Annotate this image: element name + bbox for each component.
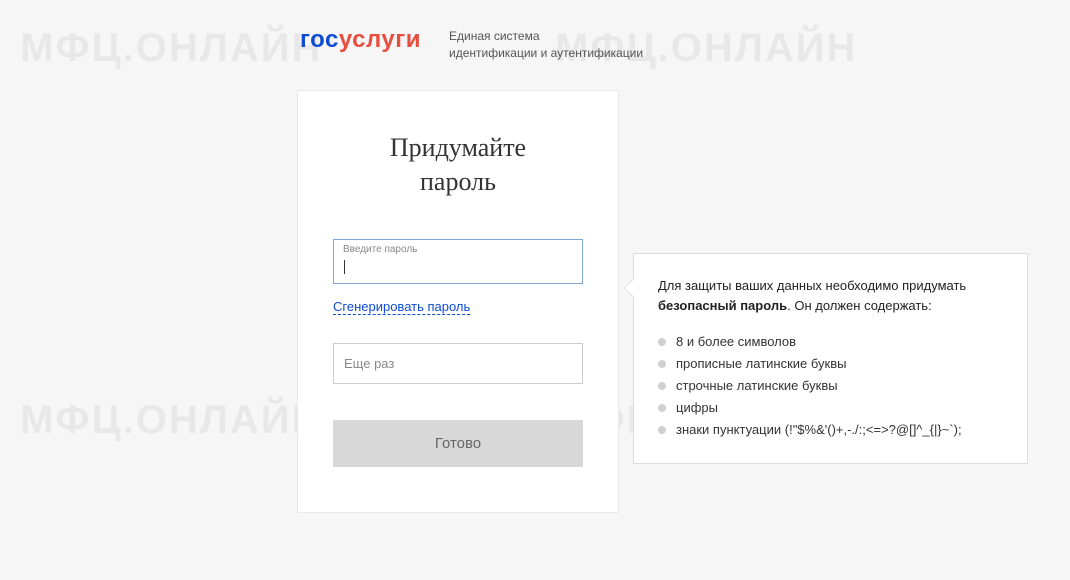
password-requirements-tooltip: Для защиты ваших данных необходимо приду…: [633, 253, 1028, 464]
requirement-item: строчные латинские буквы: [658, 375, 1003, 397]
tagline: Единая система идентификации и аутентифи…: [449, 28, 643, 62]
logo: госуслуги: [300, 26, 421, 54]
logo-part-uslugi: услуги: [339, 26, 421, 53]
form-title: Придумайте пароль: [333, 131, 583, 199]
text-cursor: [344, 260, 345, 274]
requirement-item: цифры: [658, 397, 1003, 419]
requirement-item: знаки пунктуации (!"$%&'()+,-./:;<=>?@[]…: [658, 419, 1003, 441]
password-form-card: Придумайте пароль Введите пароль Сгенери…: [297, 90, 619, 513]
logo-part-gos: гос: [300, 26, 339, 53]
confirm-password-input[interactable]: [333, 343, 583, 384]
confirm-input-wrapper: [333, 343, 583, 384]
password-input-wrapper: Введите пароль: [333, 239, 583, 284]
generate-password-link[interactable]: Сгенерировать пароль: [333, 299, 470, 315]
password-input-label: Введите пароль: [343, 244, 417, 255]
watermark-text: МФЦ.ОНЛАЙН: [20, 398, 322, 443]
requirement-item: прописные латинские буквы: [658, 353, 1003, 375]
tooltip-arrow-icon: [624, 278, 634, 298]
requirement-item: 8 и более символов: [658, 331, 1003, 353]
page-header: госуслуги Единая система идентификации и…: [0, 0, 1070, 62]
submit-button[interactable]: Готово: [333, 420, 583, 467]
requirements-list: 8 и более символов прописные латинские б…: [658, 331, 1003, 441]
tooltip-description: Для защиты ваших данных необходимо приду…: [658, 276, 1003, 315]
